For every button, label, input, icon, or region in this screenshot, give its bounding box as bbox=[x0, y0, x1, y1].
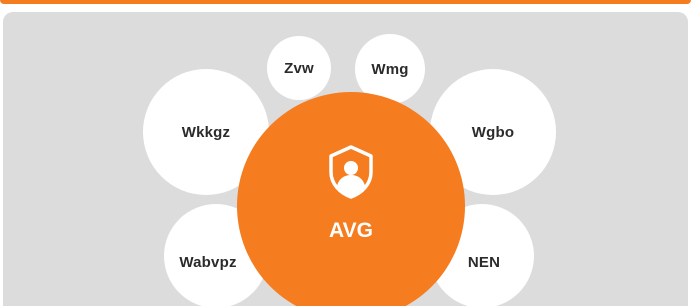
shield-user-icon bbox=[327, 144, 375, 205]
center-node-label: AVG bbox=[329, 218, 373, 242]
node-wkkgz-label: Wkkgz bbox=[181, 123, 231, 141]
node-nen-label: NEN bbox=[467, 253, 501, 271]
diagram-panel: Zvw Wmg Wkkgz Wgbo Wabvpz NEN AVG bbox=[3, 12, 688, 306]
node-wmg-label: Wmg bbox=[371, 60, 409, 78]
node-zvw-label: Zvw bbox=[284, 59, 314, 77]
center-node-avg: AVG bbox=[237, 92, 465, 306]
top-accent-bar bbox=[0, 0, 691, 4]
node-wgbo-label: Wgbo bbox=[471, 123, 515, 141]
node-wabvpz-label: Wabvpz bbox=[179, 253, 237, 271]
node-zvw: Zvw bbox=[267, 36, 331, 100]
